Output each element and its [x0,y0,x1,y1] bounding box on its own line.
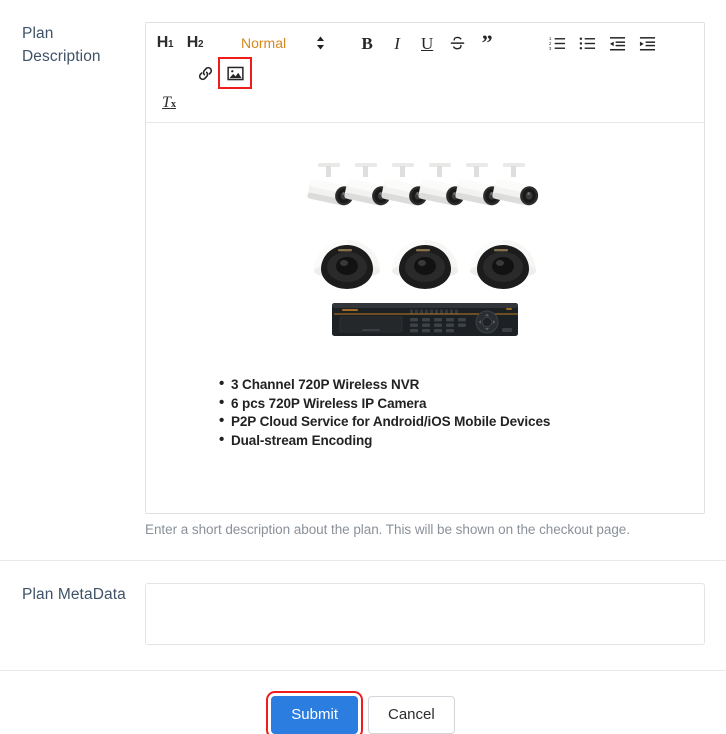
outdent-button[interactable] [603,30,631,56]
plan-metadata-label: Plan MetaData [22,586,126,603]
editor-content-area[interactable]: 3 Channel 720P Wireless NVR 6 pcs 720P W… [146,123,704,513]
heading-1-label: H [156,34,169,51]
indent-icon [639,35,656,52]
plan-metadata-control [145,583,726,648]
dome-camera [470,240,536,289]
plan-description-row: Plan Description H1 H2 Normal B I U ” 1 … [0,0,726,539]
rich-text-editor[interactable]: H1 H2 Normal B I U ” 1 2 3 T x • 3 Chann… [145,22,705,514]
bullet-list-icon [579,35,596,52]
plan-metadata-input[interactable] [145,583,705,645]
indent-button[interactable] [633,30,661,56]
underline-button[interactable]: U [413,30,441,56]
ordered-list-button[interactable]: 1 2 3 [543,30,571,56]
heading-1-subscript: 1 [168,39,174,50]
heading-2-subscript: 2 [198,39,204,50]
outdent-icon [609,35,626,52]
clear-formatting-subscript: x [170,99,176,110]
format-picker[interactable]: Normal [237,30,325,56]
editor-toolbar-row-2: Tx [150,88,700,118]
cancel-button[interactable]: Cancel [367,696,455,734]
clear-formatting-button[interactable]: Tx [155,90,183,116]
format-picker-value: Normal [241,35,287,51]
link-icon [197,65,214,82]
svg-text:3: 3 [549,45,552,50]
ordered-list-icon: 1 2 3 [549,35,566,52]
feature-item: Dual-stream Encoding [219,431,690,450]
chevron-updown-icon [316,36,325,50]
link-button[interactable] [191,60,219,86]
product-image [300,151,550,342]
plan-description-help-text: Enter a short description about the plan… [145,522,630,537]
dome-camera-row [300,225,550,297]
bold-button[interactable]: B [353,30,381,56]
bullet-camera-row [300,151,550,229]
feature-item: P2P Cloud Service for Android/iOS Mobile… [219,412,690,431]
heading-2-button[interactable]: H2 [181,30,209,56]
feature-item: 6 pcs 720P Wireless IP Camera [219,394,690,413]
blockquote-button[interactable]: ” [473,30,501,56]
heading-2-label: H [186,34,199,51]
strikethrough-icon [449,35,466,52]
bullet-list-button[interactable] [573,30,601,56]
submit-button[interactable]: Submit [266,691,363,734]
plan-metadata-row: Plan MetaData [0,561,726,648]
image-icon [226,65,244,82]
feature-item: 3 Channel 720P Wireless NVR [219,375,690,394]
clear-formatting-label: T [162,94,171,111]
feature-list: 3 Channel 720P Wireless NVR 6 pcs 720P W… [160,375,690,450]
italic-button[interactable]: I [383,30,411,56]
bullet-camera [492,163,539,206]
nvr-recorder [330,299,520,342]
insert-image-button[interactable] [218,57,252,89]
plan-description-control: H1 H2 Normal B I U ” 1 2 3 T x • 3 Chann… [145,22,726,539]
editor-toolbar: H1 H2 Normal B I U ” 1 2 3 T x [146,23,704,123]
heading-1-button[interactable]: H1 [151,30,179,56]
dome-camera [392,240,458,289]
dome-camera [314,240,380,289]
plan-description-label: Plan Description [22,25,101,65]
form-actions: Submit Cancel [0,671,726,734]
strikethrough-button[interactable] [443,30,471,56]
